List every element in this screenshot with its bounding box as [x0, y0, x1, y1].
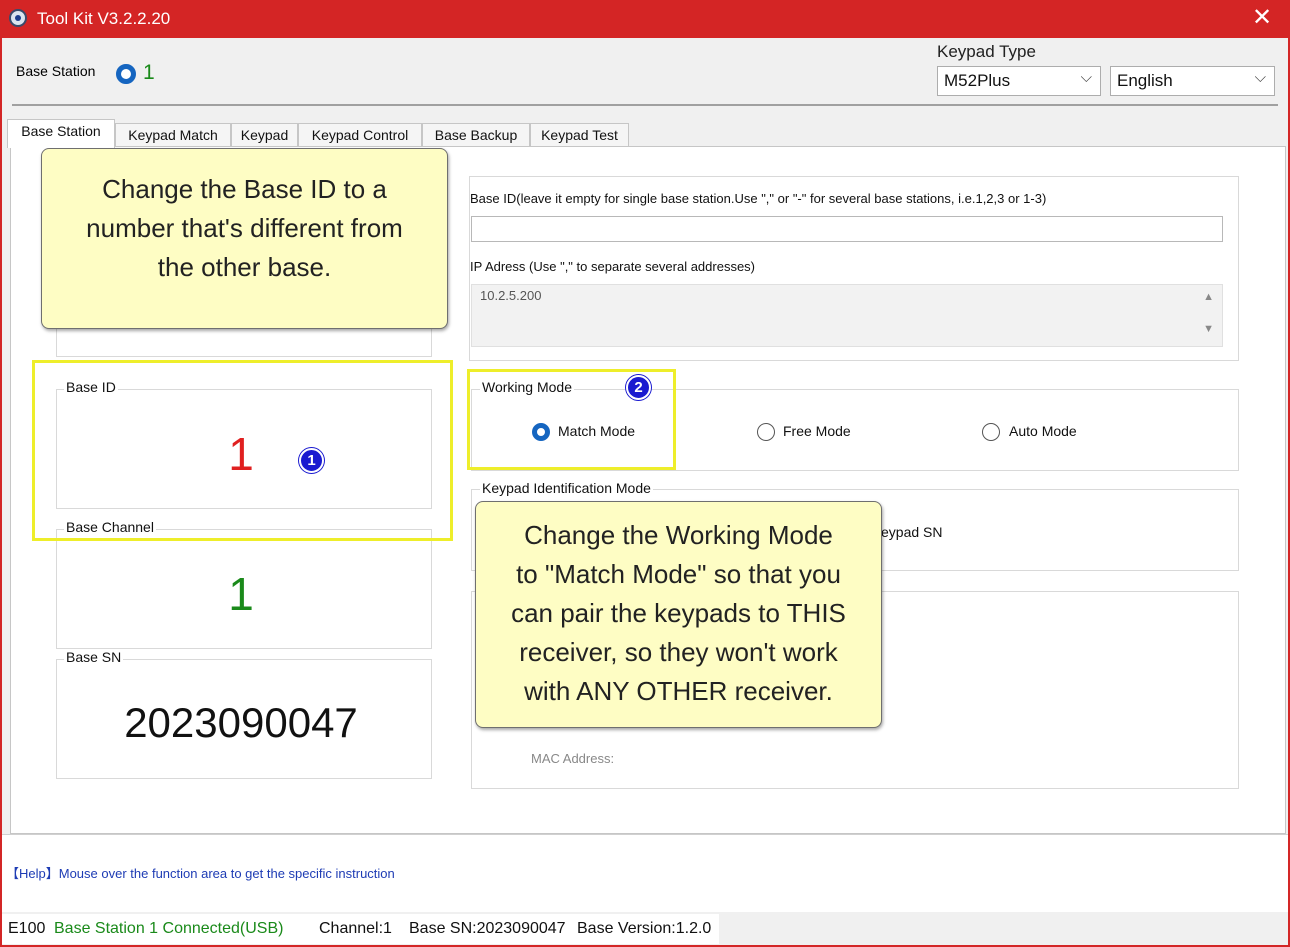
base-station-radio[interactable] [116, 64, 136, 84]
client-area: Base Station 1 Keypad Type M52Plus ⌵ Eng… [2, 38, 1288, 945]
status-sn: Base SN:2023090047 [409, 920, 566, 937]
auto-mode-radio[interactable] [982, 423, 1000, 441]
app-icon [9, 9, 27, 27]
language-select[interactable]: English ⌵ [1110, 66, 1275, 96]
window-title: Tool Kit V3.2.2.20 [37, 9, 171, 28]
ip-address-value: 10.2.5.200 [480, 288, 542, 303]
base-sn-label: Base SN [64, 649, 124, 665]
tab-keypad[interactable]: Keypad [231, 123, 298, 147]
status-channel: Channel:1 [319, 920, 392, 937]
note2-line: to "Match Mode" so that you [516, 559, 841, 589]
status-bar: E100 Base Station 1 Connected(USB) Chann… [2, 912, 1288, 945]
step-badge-2: 2 [626, 375, 651, 400]
help-area: 【Help】Mouse over the function area to ge… [2, 834, 1288, 913]
base-station-label: Base Station [16, 63, 96, 79]
note2-line: Change the Working Mode [524, 520, 833, 550]
base-id-highlight [32, 360, 453, 541]
tab-keypad-test[interactable]: Keypad Test [530, 123, 629, 147]
tab-keypad-control[interactable]: Keypad Control [298, 123, 422, 147]
tab-keypad-match[interactable]: Keypad Match [115, 123, 231, 147]
auto-mode-label[interactable]: Auto Mode [1009, 423, 1077, 439]
base-channel-value: 1 [228, 568, 254, 620]
note2-line: receiver, so they won't work [519, 637, 838, 667]
chevron-down-icon: ⌵ [1254, 69, 1266, 86]
keypad-id-mode-label: Keypad Identification Mode [480, 480, 653, 496]
tab-base-backup[interactable]: Base Backup [422, 123, 530, 147]
language-value: English [1117, 71, 1173, 90]
note2-line: can pair the keypads to THIS [511, 598, 846, 628]
keypad-sn-option-label[interactable]: eypad SN [881, 524, 942, 540]
app-window: Tool Kit V3.2.2.20 ✕ Base Station 1 Keyp… [0, 0, 1290, 947]
note1-line: number that's different from [86, 213, 403, 243]
status-connection: Base Station 1 Connected(USB) [54, 920, 284, 937]
header-divider [12, 104, 1278, 106]
note1-line: Change the Base ID to a [102, 174, 387, 204]
annotation-note-working-mode: Change the Working Mode to "Match Mode" … [475, 501, 882, 728]
status-version: Base Version:1.2.0 [577, 920, 712, 937]
base-station-number: 1 [143, 61, 155, 84]
close-icon[interactable]: ✕ [1250, 4, 1274, 32]
scroll-down-icon[interactable]: ▼ [1203, 323, 1214, 335]
keypad-type-select[interactable]: M52Plus ⌵ [937, 66, 1101, 96]
note2-line: with ANY OTHER receiver. [524, 676, 833, 706]
ip-address-field[interactable]: 10.2.5.200 ▲ ▼ [471, 284, 1223, 347]
scroll-up-icon[interactable]: ▲ [1203, 291, 1214, 303]
keypad-type-label: Keypad Type [937, 42, 1036, 61]
mac-address-label: MAC Address: [531, 751, 615, 766]
ip-address-label: IP Adress (Use "," to separate several a… [470, 259, 756, 274]
note1-line: the other base. [157, 252, 332, 282]
status-model: E100 [8, 920, 46, 937]
base-id-config-label: Base ID(leave it empty for single base s… [470, 191, 1047, 206]
step-badge-1: 1 [299, 448, 324, 473]
annotation-note-base-id: Change the Base ID to a number that's di… [41, 148, 448, 329]
free-mode-label[interactable]: Free Mode [783, 423, 851, 439]
free-mode-radio[interactable] [757, 423, 775, 441]
chevron-down-icon: ⌵ [1080, 69, 1092, 86]
help-text: 【Help】Mouse over the function area to ge… [6, 866, 395, 881]
base-sn-value: 2023090047 [124, 699, 358, 746]
base-id-config-input[interactable] [471, 216, 1223, 242]
tab-base-station[interactable]: Base Station [7, 119, 115, 148]
keypad-type-value: M52Plus [944, 71, 1011, 90]
title-bar[interactable]: Tool Kit V3.2.2.20 ✕ [0, 0, 1290, 38]
